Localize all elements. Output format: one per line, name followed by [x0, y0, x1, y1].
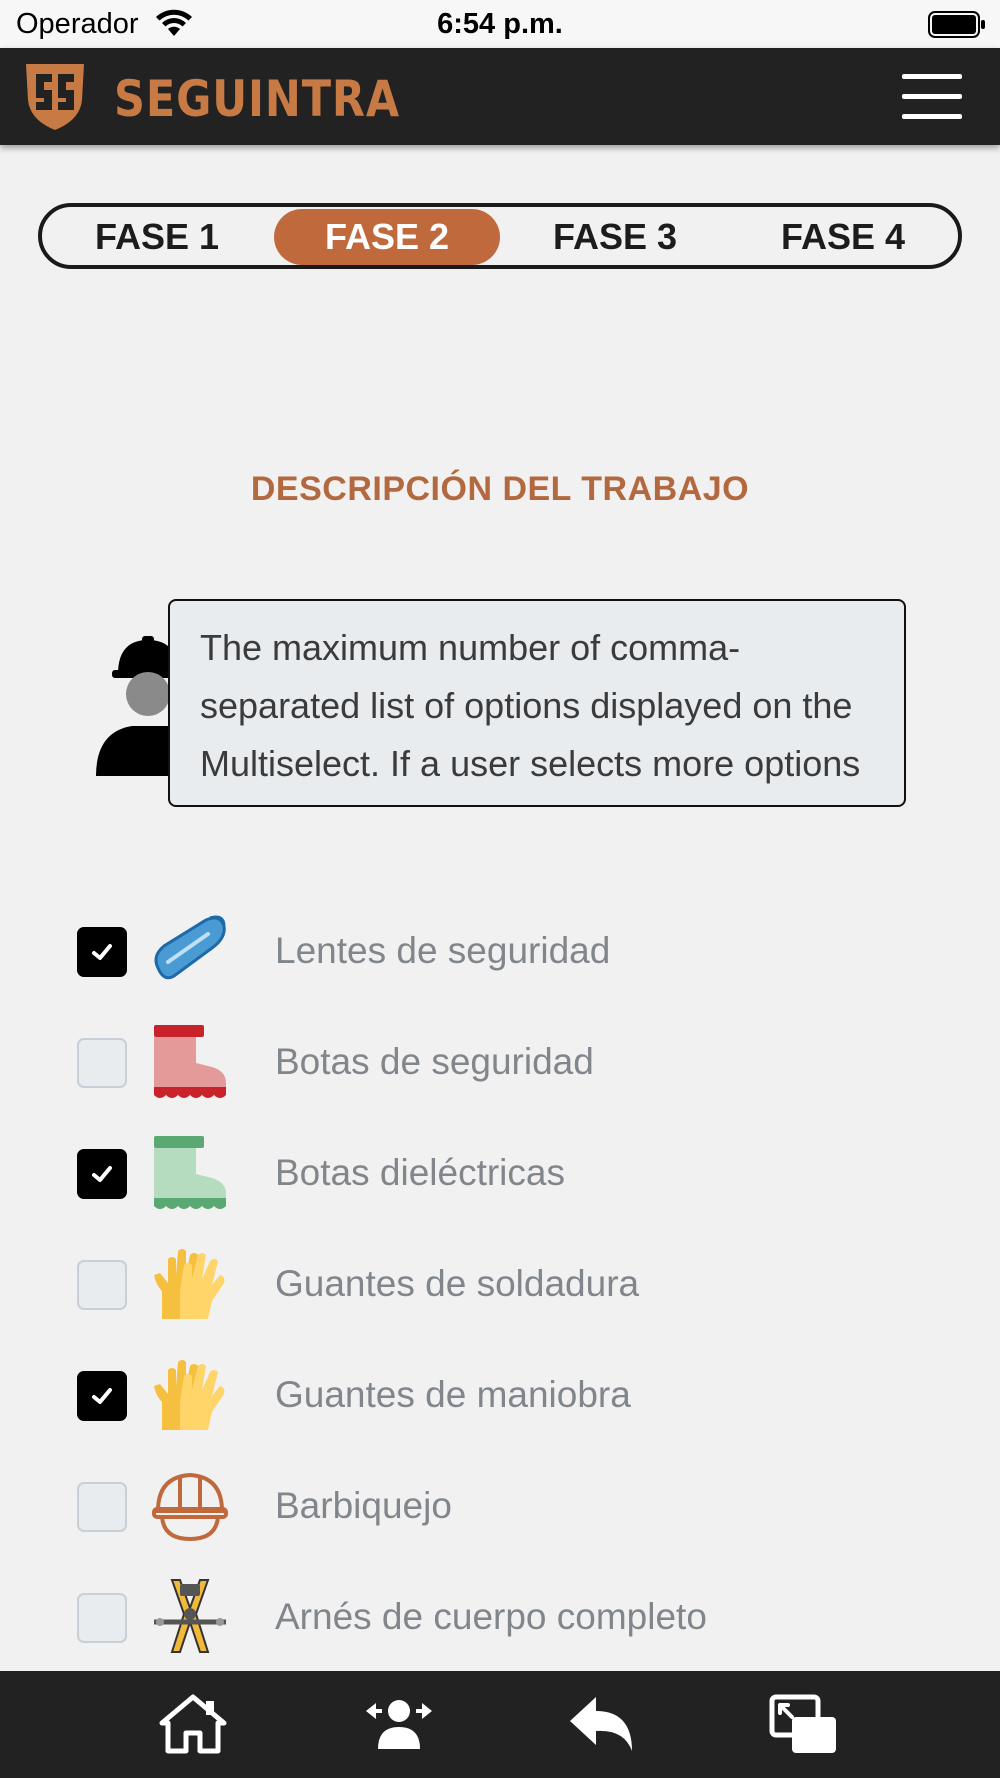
red-boot-icon	[154, 1025, 226, 1098]
bottom-navigation	[0, 1671, 1000, 1778]
checkmark-icon	[92, 1388, 112, 1404]
app-logo-text: SEGUINTRA	[114, 70, 401, 128]
ppe-label: Arnés de cuerpo completo	[275, 1596, 707, 1637]
checkbox-checked[interactable]	[77, 1149, 127, 1199]
user-transfer-icon[interactable]	[364, 1693, 434, 1755]
logo-shield-icon	[26, 64, 84, 130]
hard-hat-icon	[152, 1472, 228, 1542]
ppe-item-lentes[interactable]: Lentes de seguridad	[0, 900, 1000, 1000]
battery-icon	[928, 11, 985, 38]
checkbox-unchecked[interactable]	[77, 1593, 127, 1643]
reply-back-icon[interactable]	[566, 1693, 636, 1755]
section-title: DESCRIPCIÓN DEL TRABAJO	[250, 470, 750, 508]
ppe-label: Guantes de soldadura	[275, 1263, 640, 1304]
ppe-item-guantes-soldadura[interactable]: Guantes de soldadura	[0, 1233, 1000, 1333]
status-bar: Operador 6:54 p.m.	[0, 0, 1000, 48]
menu-line-icon	[902, 114, 962, 119]
checkmark-icon	[92, 1166, 112, 1182]
hamburger-menu-button[interactable]	[902, 74, 964, 120]
ppe-label: Lentes de seguridad	[275, 930, 611, 971]
ppe-label: Barbiquejo	[275, 1485, 452, 1526]
checkbox-unchecked[interactable]	[77, 1482, 127, 1532]
checkbox-unchecked[interactable]	[77, 1260, 127, 1310]
status-time: 6:54 p.m.	[437, 8, 563, 40]
ppe-item-botas-seguridad[interactable]: Botas de seguridad	[0, 1011, 1000, 1111]
ppe-label: Guantes de maniobra	[275, 1374, 631, 1415]
tab-fase-1[interactable]: FASE 1	[44, 209, 270, 265]
menu-line-icon	[902, 94, 962, 99]
window-switch-icon[interactable]	[768, 1693, 838, 1755]
ppe-item-barbiquejo[interactable]: Barbiquejo	[0, 1455, 1000, 1555]
menu-line-icon	[902, 74, 962, 79]
green-boot-icon	[154, 1136, 226, 1209]
checkbox-checked[interactable]	[77, 927, 127, 977]
home-icon[interactable]	[158, 1693, 228, 1755]
tab-fase-4[interactable]: FASE 4	[730, 209, 956, 265]
harness-icon	[154, 1579, 226, 1653]
gloves-icon	[154, 1360, 225, 1430]
ppe-item-guantes-maniobra[interactable]: Guantes de maniobra	[0, 1344, 1000, 1444]
phase-tabs: FASE 1 FASE 2 FASE 3 FASE 4	[38, 203, 962, 269]
safety-glasses-icon	[154, 915, 226, 980]
ppe-item-botas-dielectricas[interactable]: Botas dieléctricas	[0, 1122, 1000, 1222]
job-description-text: The maximum number of comma-separated li…	[200, 627, 861, 805]
checkbox-checked[interactable]	[77, 1371, 127, 1421]
job-description-field[interactable]: The maximum number of comma-separated li…	[168, 599, 906, 807]
app-header: SEGUINTRA	[0, 48, 1000, 145]
ppe-label: Botas dieléctricas	[275, 1152, 565, 1193]
ppe-label: Botas de seguridad	[275, 1041, 594, 1082]
tab-fase-3[interactable]: FASE 3	[502, 209, 728, 265]
checkmark-icon	[92, 944, 112, 960]
checkbox-unchecked[interactable]	[77, 1038, 127, 1088]
ppe-item-arnes[interactable]: Arnés de cuerpo completo	[0, 1566, 1000, 1666]
tab-fase-2[interactable]: FASE 2	[274, 209, 500, 265]
gloves-icon	[154, 1249, 225, 1319]
